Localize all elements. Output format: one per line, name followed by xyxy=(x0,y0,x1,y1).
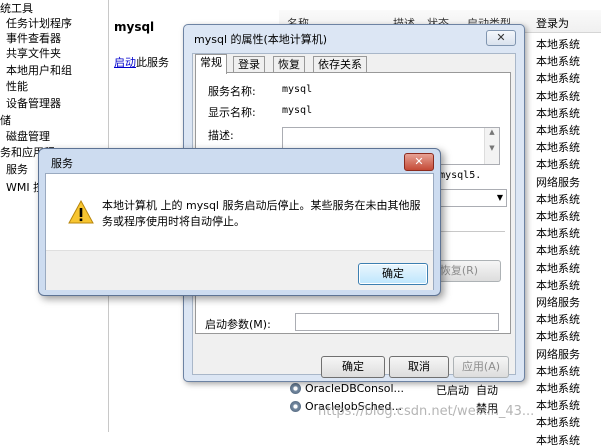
service-startup-cell: 自动 xyxy=(476,384,498,397)
service-gear-icon xyxy=(290,401,301,412)
logon-cell: 本地系统 xyxy=(536,72,580,86)
tree-item-event-viewer[interactable]: 事件查看器 xyxy=(6,32,61,46)
logon-cell: 本地系统 xyxy=(536,433,580,447)
start-service-text: 启动此服务 xyxy=(114,54,169,70)
warning-message: 本地计算机 上的 mysql 服务启动后停止。某些服务在未由其他服务或程序使用时… xyxy=(102,199,421,228)
display-name-value: mysql xyxy=(282,105,313,116)
tree-item-shared-folders[interactable]: 共享文件夹 xyxy=(6,47,61,61)
close-icon[interactable]: ✕ xyxy=(486,30,516,46)
properties-dialog-title: mysql 的属性(本地计算机) xyxy=(194,33,328,46)
apply-button[interactable]: 应用(A) xyxy=(453,356,509,378)
cancel-button[interactable]: 取消 xyxy=(389,356,449,378)
tab-recovery[interactable]: 恢复 xyxy=(273,56,305,73)
description-label: 描述: xyxy=(208,129,234,142)
tree-item-system-tools[interactable]: 统工具 xyxy=(0,2,33,16)
tree-item-task-scheduler[interactable]: 任务计划程序 xyxy=(6,17,72,31)
logon-cell: 网络服务 xyxy=(536,296,580,309)
logon-cell: 本地系统 xyxy=(536,192,580,206)
service-name-label: 服务名称: xyxy=(208,85,256,98)
service-warning-dialog: 服务 ✕ 本地计算机 上的 mysql 服务启动后停止。某些服务在未由其他服务或… xyxy=(38,148,441,296)
description-scrollbar[interactable]: ▲ ▼ xyxy=(484,128,499,164)
column-header-logon[interactable]: 登录为 xyxy=(530,10,601,33)
logon-cell: 本地系统 xyxy=(536,399,580,413)
start-params-input[interactable] xyxy=(295,313,499,331)
logon-cell: 本地系统 xyxy=(536,364,580,378)
close-icon[interactable]: ✕ xyxy=(404,153,434,171)
start-service-suffix: 此服务 xyxy=(136,56,169,69)
selected-service-title: mysql xyxy=(114,20,155,34)
warning-dialog-body: 本地计算机 上的 mysql 服务启动后停止。某些服务在未由其他服务或程序使用时… xyxy=(45,173,434,290)
start-service-link[interactable]: 启动 xyxy=(114,56,136,69)
warning-dialog-title: 服务 xyxy=(51,157,73,170)
logon-cell: 本地系统 xyxy=(536,313,580,327)
tree-item-storage[interactable]: 储 xyxy=(0,114,11,128)
logon-cell: 网络服务 xyxy=(536,175,580,189)
service-name-cell: OracleDBConsol... xyxy=(305,382,405,395)
logon-cell: 本地系统 xyxy=(536,227,580,241)
logon-cell: 本地系统 xyxy=(536,382,580,395)
ok-button[interactable]: 确定 xyxy=(358,263,428,285)
logon-cell: 本地系统 xyxy=(536,261,580,275)
logon-as-column: 登录为 本地系统 本地系统 本地系统 本地系统 本地系统 本地系统 本地系统 本地系统 网络服务… xyxy=(530,0,601,447)
logon-cell: 本地系统 xyxy=(536,38,580,51)
tree-item-performance[interactable]: 性能 xyxy=(6,80,28,94)
logon-cell: 本地系统 xyxy=(536,330,580,344)
warning-triangle-icon xyxy=(68,200,94,224)
logon-cell: 网络服务 xyxy=(536,347,580,361)
logon-cell: 本地系统 xyxy=(536,55,580,69)
logon-cell: 本地系统 xyxy=(536,210,580,223)
logon-cell: 本地系统 xyxy=(536,278,580,292)
tab-general[interactable]: 常规 xyxy=(195,54,227,74)
tree-item-services[interactable]: 服务 xyxy=(6,163,28,177)
logon-cell: 本地系统 xyxy=(536,416,580,430)
tab-logon[interactable]: 登录 xyxy=(233,56,265,73)
column-header-logon-label: 登录为 xyxy=(536,17,569,30)
logon-cell: 本地系统 xyxy=(536,106,580,120)
table-row[interactable]: OracleDBConsol... xyxy=(290,382,404,395)
service-name-value: mysql xyxy=(282,84,313,95)
service-status-cell: 已启动 xyxy=(436,384,469,397)
ok-button[interactable]: 确定 xyxy=(321,356,385,378)
logon-cell: 本地系统 xyxy=(536,244,580,258)
display-name-label: 显示名称: xyxy=(208,106,256,119)
logon-cell: 本地系统 xyxy=(536,124,580,137)
warning-dialog-footer: 确定 xyxy=(46,250,433,290)
watermark-text: https://blog.csdn.net/weixin_43... xyxy=(318,404,535,419)
logon-cell: 本地系统 xyxy=(536,89,580,103)
chevron-down-icon: ▼ xyxy=(496,193,503,202)
service-gear-icon xyxy=(290,383,301,394)
tab-dependencies[interactable]: 依存关系 xyxy=(313,56,367,73)
logon-cell: 本地系统 xyxy=(536,158,580,172)
tree-item-disk-management[interactable]: 磁盘管理 xyxy=(6,130,50,144)
tree-item-device-manager[interactable]: 设备管理器 xyxy=(6,97,61,111)
start-params-label: 启动参数(M): xyxy=(205,318,271,331)
tree-item-local-users-groups[interactable]: 本地用户和组 xyxy=(6,64,72,78)
logon-cell: 本地系统 xyxy=(536,141,580,155)
